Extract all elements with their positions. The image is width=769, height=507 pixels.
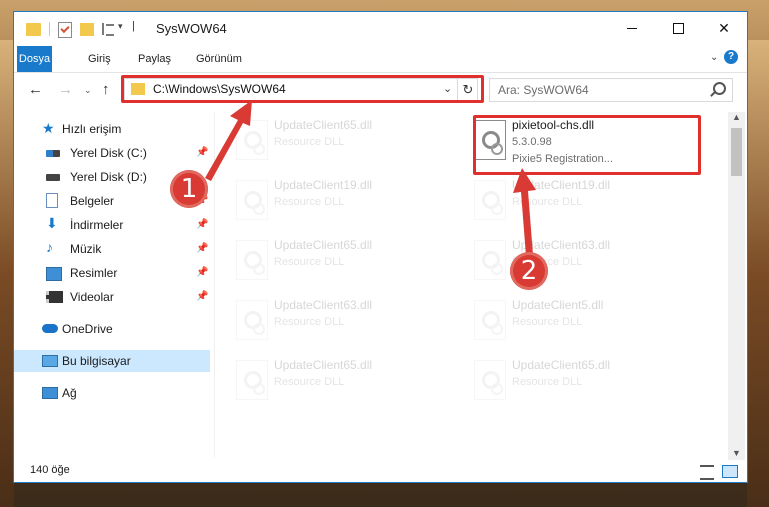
computer-icon <box>42 355 58 367</box>
expand-ribbon-icon[interactable]: ⌄ <box>710 52 718 63</box>
search-placeholder: Ara: SysWOW64 <box>498 83 589 97</box>
document-icon <box>46 193 58 208</box>
file-version: 5.3.0.98 <box>512 136 552 148</box>
dll-file-icon <box>236 360 268 400</box>
sidebar-item-pictures[interactable]: Resimler 📌 <box>14 262 210 284</box>
sidebar-item-network[interactable]: Ağ <box>14 382 210 404</box>
forward-button[interactable]: → <box>58 81 73 98</box>
file-item-pixietool[interactable]: pixietool-chs.dll 5.3.0.98 Pixie5 Regist… <box>462 112 692 168</box>
item-count: 140 öğe <box>30 464 70 476</box>
quick-access-separator <box>49 22 50 36</box>
details-view-icon[interactable] <box>700 465 714 480</box>
step-1-badge: 1 <box>170 170 208 208</box>
file-item[interactable]: UpdateClient63.dll Resource DLL <box>462 232 692 288</box>
pin-icon[interactable]: 📌 <box>196 219 208 230</box>
dll-file-icon <box>474 360 506 400</box>
pin-icon[interactable]: 📌 <box>196 147 208 158</box>
tab-view[interactable]: Görünüm <box>186 46 252 72</box>
maximize-button[interactable] <box>655 12 701 44</box>
file-item[interactable]: UpdateClient19.dll Resource DLL <box>224 172 454 228</box>
file-item[interactable]: UpdateClient65.dll Resource DLL <box>224 352 454 408</box>
window-title: SysWOW64 <box>156 21 227 36</box>
file-description: Pixie5 Registration... <box>512 153 613 165</box>
star-icon: ★ <box>42 120 55 136</box>
dll-file-icon <box>236 300 268 340</box>
file-item[interactable]: UpdateClient63.dll Resource DLL <box>224 292 454 348</box>
pin-icon[interactable]: 📌 <box>196 243 208 254</box>
recent-locations-icon[interactable]: ⌄ <box>84 85 92 96</box>
tab-home[interactable]: Giriş <box>78 46 121 72</box>
back-button[interactable]: ← <box>28 81 43 98</box>
dll-file-icon <box>236 120 268 160</box>
customize-toolbar-icon[interactable]: ▾ <box>118 21 123 39</box>
pane-divider[interactable] <box>214 112 215 457</box>
properties-icon[interactable] <box>58 22 72 38</box>
pictures-icon <box>46 267 62 281</box>
pin-icon[interactable]: 📌 <box>196 267 208 278</box>
search-box[interactable]: Ara: SysWOW64 <box>489 78 733 102</box>
videos-icon <box>46 291 63 303</box>
address-path[interactable]: C:\Windows\SysWOW64 <box>153 82 286 96</box>
dll-file-icon <box>236 180 268 220</box>
address-dropdown-icon[interactable]: ⌄ <box>443 82 452 95</box>
sidebar-item-music[interactable]: ♪ Müzik 📌 <box>14 238 210 260</box>
dll-file-icon <box>474 120 506 160</box>
file-name: pixietool-chs.dll <box>512 118 595 132</box>
drive-icon <box>46 150 60 157</box>
file-item[interactable]: UpdateClient65.dll Resource DLL <box>224 232 454 288</box>
download-icon: ⬇ <box>46 215 58 231</box>
step-2-badge: 2 <box>510 252 548 290</box>
network-icon <box>42 387 58 399</box>
sidebar-item-onedrive[interactable]: OneDrive <box>14 318 210 340</box>
dll-file-icon <box>236 240 268 280</box>
vertical-scrollbar[interactable]: ▲ ▼ <box>728 112 745 462</box>
sidebar-item-videos[interactable]: Videolar 📌 <box>14 286 210 308</box>
sidebar-item-local-disk-c[interactable]: Yerel Disk (C:) 📌 <box>14 142 210 164</box>
folder-icon <box>131 83 145 95</box>
scroll-up-icon[interactable]: ▲ <box>732 112 741 122</box>
address-bar[interactable]: C:\Windows\SysWOW64 ⌄ ↻ <box>124 78 478 102</box>
file-list: UpdateClient65.dll Resource DLL pixietoo… <box>224 112 724 457</box>
pin-icon[interactable]: 📌 <box>196 291 208 302</box>
file-item[interactable]: UpdateClient19.dll Resource DLL <box>462 172 692 228</box>
sidebar-item-this-pc[interactable]: Bu bilgisayar <box>14 350 210 372</box>
tiles-view-icon[interactable] <box>722 465 738 478</box>
close-button[interactable]: ✕ <box>701 12 747 44</box>
up-button[interactable]: ↑ <box>102 81 110 98</box>
sidebar-item-downloads[interactable]: ⬇ İndirmeler 📌 <box>14 214 210 236</box>
help-icon[interactable]: ? <box>724 50 738 64</box>
desktop-edge-right <box>747 40 769 507</box>
pin-down-icon[interactable]: | <box>132 20 135 38</box>
minimize-button[interactable] <box>609 12 655 44</box>
rename-icon[interactable] <box>102 23 116 36</box>
navigation-bar: ← → ⌄ ↑ C:\Windows\SysWOW64 ⌄ ↻ Ara: Sys… <box>14 73 747 107</box>
dll-file-icon <box>474 240 506 280</box>
refresh-button[interactable]: ↻ <box>457 79 478 101</box>
dll-file-icon <box>474 180 506 220</box>
status-bar: 140 öğe <box>14 460 747 482</box>
cloud-icon <box>42 324 58 333</box>
ribbon-tabs: Dosya Giriş Paylaş Görünüm ⌄ ? <box>14 46 747 73</box>
scrollbar-thumb[interactable] <box>731 128 742 176</box>
navigation-pane: ★ Hızlı erişim Yerel Disk (C:) 📌 Yerel D… <box>14 112 214 460</box>
music-icon: ♪ <box>46 239 53 255</box>
dll-file-icon <box>474 300 506 340</box>
file-item[interactable]: UpdateClient65.dll Resource DLL <box>224 112 454 168</box>
tab-file[interactable]: Dosya <box>17 46 52 72</box>
desktop-edge-left <box>0 40 14 507</box>
explorer-window: ▾ | SysWOW64 ✕ Dosya Giriş Paylaş Görünü… <box>14 12 747 482</box>
new-folder-icon[interactable] <box>80 23 94 36</box>
scroll-down-icon[interactable]: ▼ <box>732 448 741 458</box>
search-icon <box>713 82 726 95</box>
title-bar: ▾ | SysWOW64 ✕ <box>14 12 747 46</box>
file-item[interactable]: UpdateClient5.dll Resource DLL <box>462 292 692 348</box>
file-item[interactable]: UpdateClient65.dll Resource DLL <box>462 352 692 408</box>
tab-share[interactable]: Paylaş <box>128 46 181 72</box>
window-folder-icon <box>26 23 41 36</box>
sidebar-item-quick-access[interactable]: ★ Hızlı erişim <box>14 118 210 140</box>
drive-icon <box>46 174 60 181</box>
